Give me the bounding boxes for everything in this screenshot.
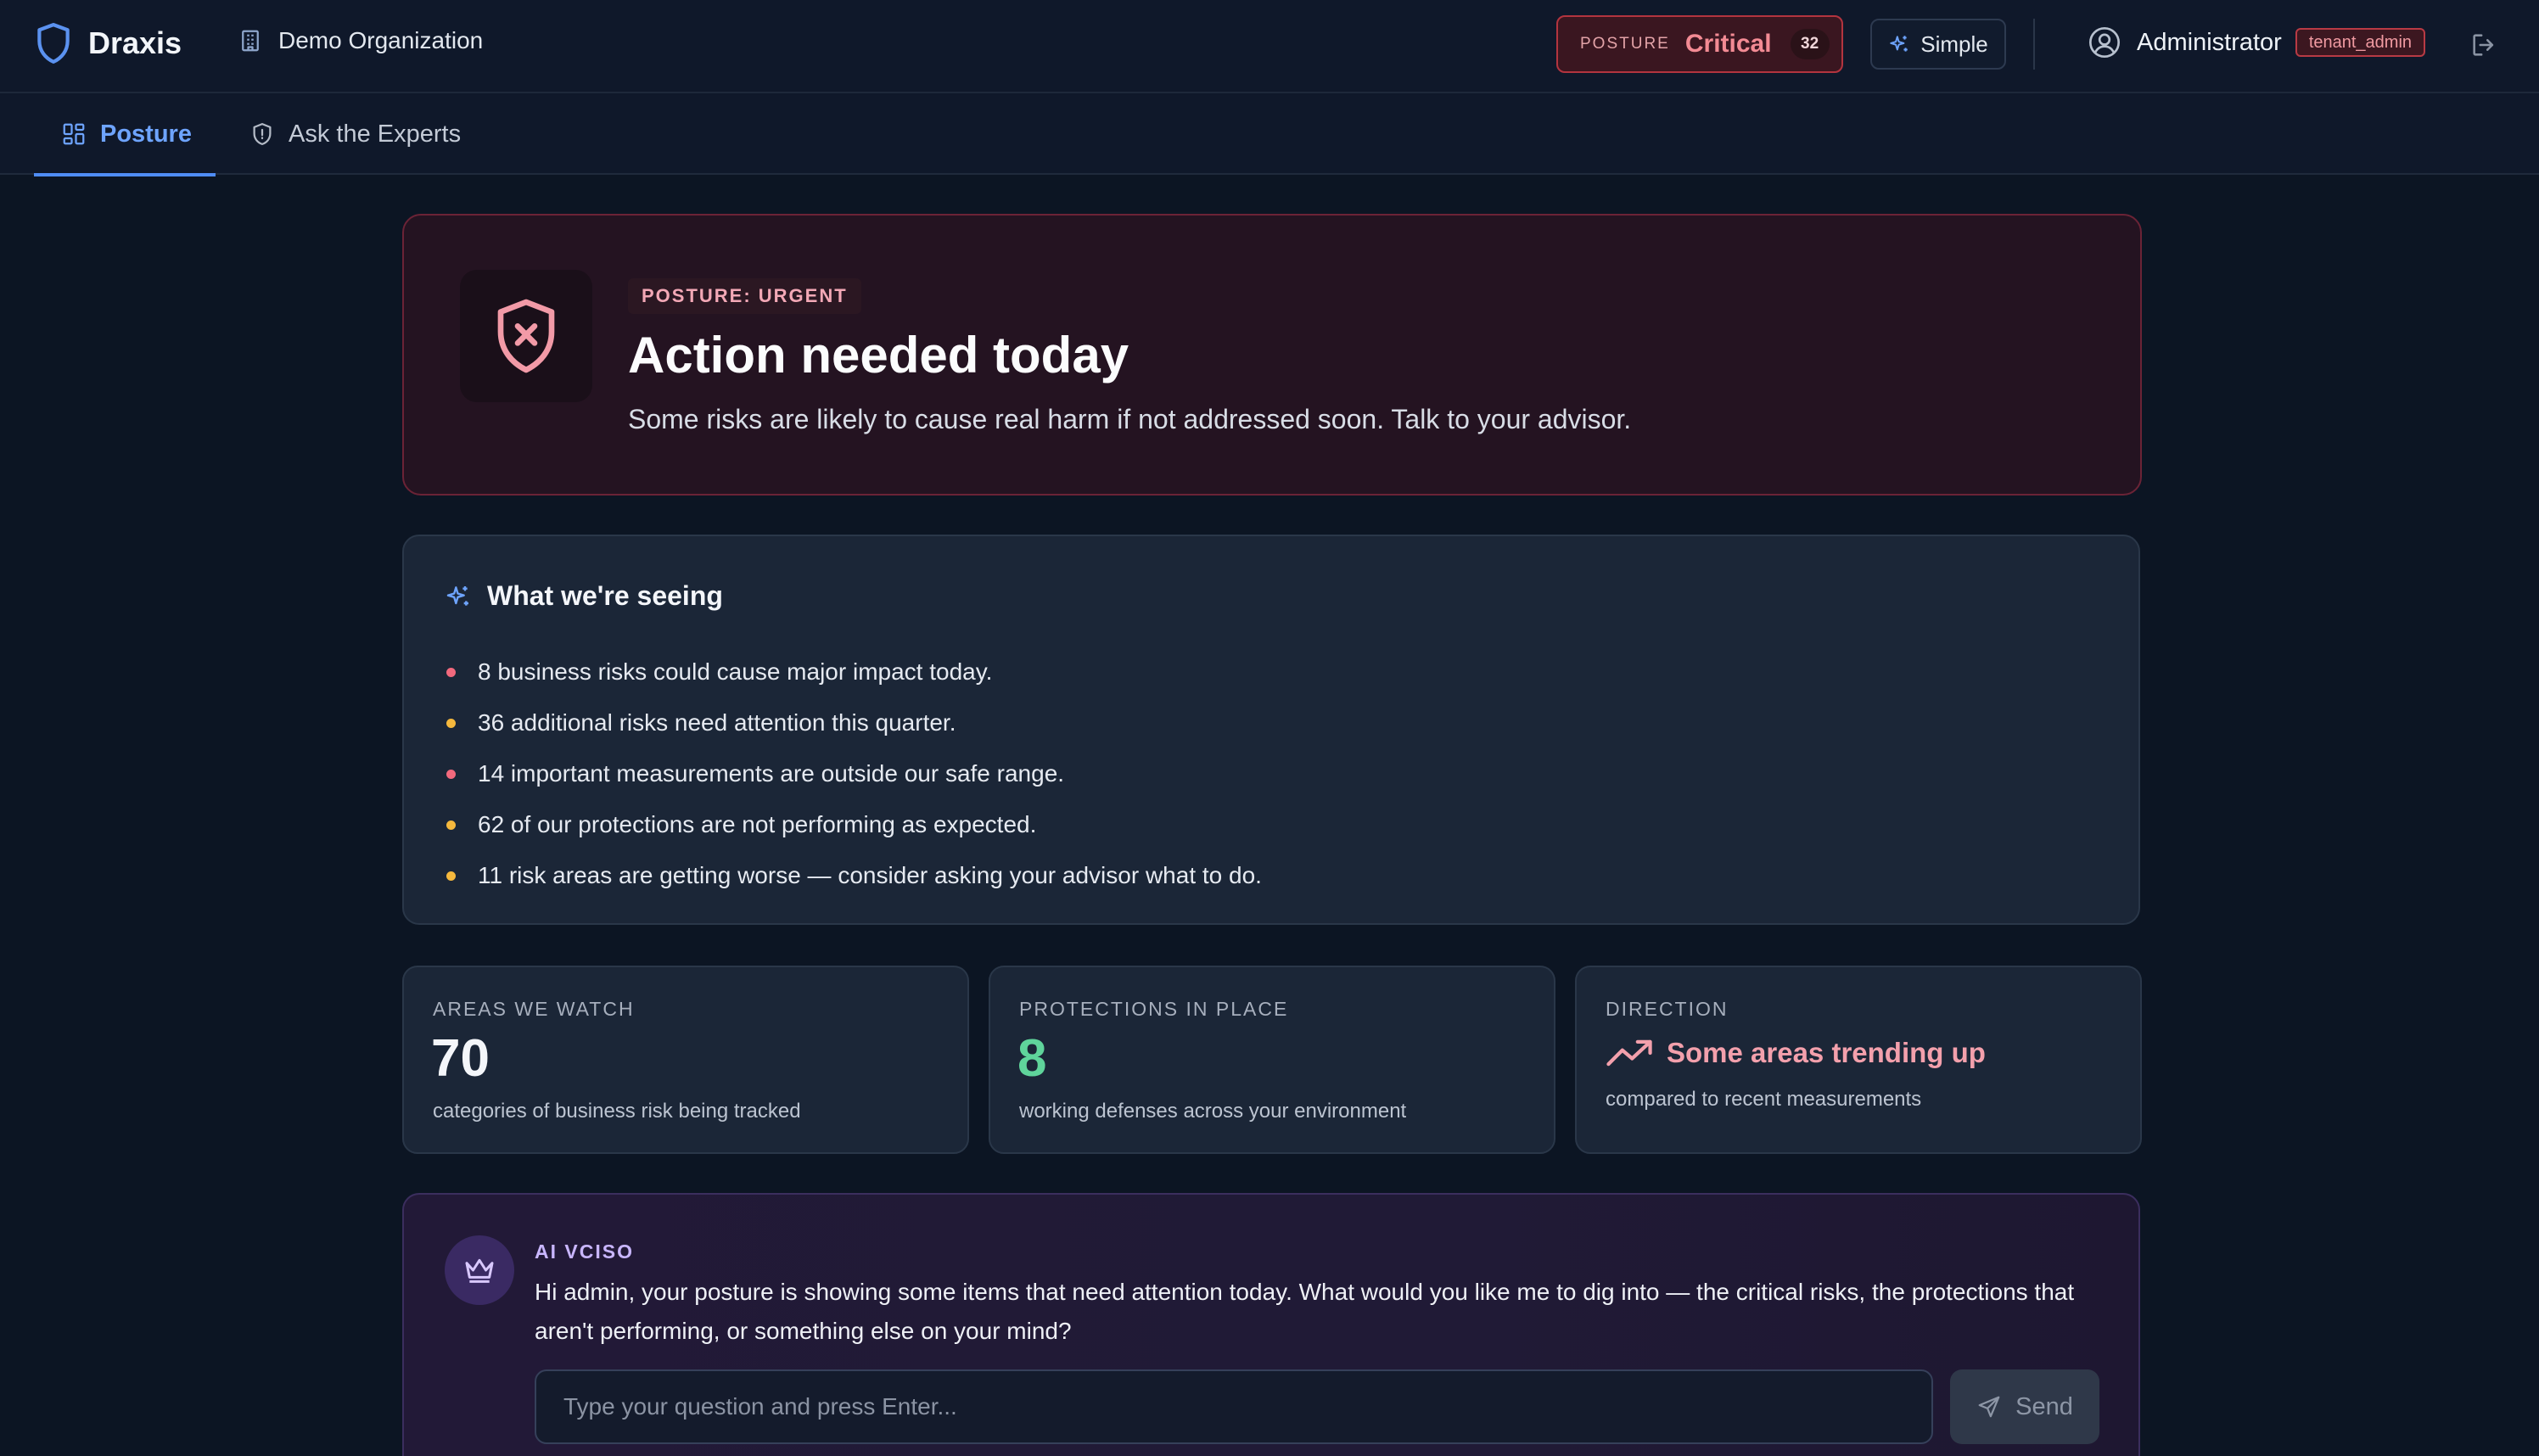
direction-trend: Some areas trending up — [1606, 1037, 1986, 1069]
stat-value: 70 — [431, 1029, 490, 1088]
direction-value: Some areas trending up — [1667, 1037, 1986, 1068]
user-menu[interactable]: Administrator tenant_admin — [2088, 25, 2426, 59]
hero-subtitle: Some risks are likely to cause real harm… — [628, 404, 1632, 434]
ai-avatar — [445, 1235, 514, 1305]
user-circle-icon — [2089, 27, 2120, 58]
user-name: Administrator — [2137, 28, 2282, 56]
posture-alert-banner: POSTURE: URGENT Action needed today Some… — [402, 214, 2142, 496]
tab-bar: Posture Ask the Experts — [0, 93, 2539, 176]
stat-label: DIRECTION — [1606, 998, 1729, 1020]
stat-caption: compared to recent measurements — [1606, 1088, 1922, 1111]
tab-ask-the-experts-label: Ask the Experts — [289, 120, 462, 148]
severity-dot-icon — [446, 667, 456, 677]
severity-dot-icon — [446, 820, 456, 830]
stat-card-protections: PROTECTIONS IN PLACE 8 working defenses … — [989, 966, 1555, 1154]
sparkles-icon — [446, 585, 468, 606]
header-divider — [2033, 19, 2035, 70]
insight-text: 11 risk areas are getting worse — consid… — [478, 862, 1262, 888]
insight-item: 11 risk areas are getting worse — consid… — [446, 850, 1262, 901]
insight-item: 62 of our protections are not performing… — [446, 799, 1262, 850]
stat-caption: categories of business risk being tracke… — [433, 1100, 801, 1123]
role-badge: tenant_admin — [2295, 28, 2426, 57]
insight-text: 62 of our protections are not performing… — [478, 811, 1037, 837]
send-icon — [1978, 1396, 2000, 1418]
simple-mode-button[interactable]: Simple — [1870, 19, 2006, 70]
severity-dot-icon — [446, 871, 456, 881]
hero-icon-tile — [460, 270, 592, 402]
shield-x-icon — [497, 299, 555, 373]
ai-question-input[interactable] — [535, 1369, 1933, 1444]
brand[interactable]: Draxis — [36, 22, 182, 64]
top-bar: Draxis Demo Organization POSTURE Critica… — [0, 0, 2539, 93]
tab-posture-label: Posture — [100, 120, 192, 148]
stat-label: AREAS WE WATCH — [433, 998, 635, 1020]
send-button[interactable]: Send — [1950, 1369, 2099, 1444]
stat-label: PROTECTIONS IN PLACE — [1019, 998, 1289, 1020]
posture-value: Critical — [1684, 30, 1772, 58]
stat-value: 8 — [1017, 1029, 1047, 1088]
insight-text: 14 important measurements are outside ou… — [478, 760, 1065, 787]
organization-switcher[interactable]: Demo Organization — [238, 27, 483, 54]
shield-logo-icon — [37, 23, 70, 64]
tab-posture[interactable]: Posture — [34, 93, 216, 176]
stat-card-direction: DIRECTION Some areas trending up compare… — [1575, 966, 2142, 1154]
crown-icon — [465, 1258, 494, 1283]
insight-item: 8 business risks could cause major impac… — [446, 647, 1262, 697]
stat-card-areas-watched: AREAS WE WATCH 70 categories of business… — [402, 966, 969, 1154]
severity-dot-icon — [446, 769, 456, 779]
ai-message: Hi admin, your posture is showing some i… — [535, 1279, 2075, 1344]
ai-label: AI VCISO — [535, 1240, 634, 1263]
insight-item: 14 important measurements are outside ou… — [446, 748, 1262, 799]
posture-urgency-badge: POSTURE: URGENT — [628, 278, 861, 314]
insights-panel: What we're seeing 8 business risks could… — [402, 535, 2140, 925]
building-icon — [242, 30, 259, 52]
sparkles-icon — [1890, 36, 1908, 52]
trending-up-icon — [1606, 1039, 1652, 1067]
send-button-label: Send — [2015, 1392, 2073, 1420]
insights-title: What we're seeing — [487, 580, 723, 611]
posture-count-badge: 32 — [1790, 29, 1830, 59]
brand-name: Draxis — [88, 25, 182, 60]
insight-text: 36 additional risks need attention this … — [478, 709, 956, 736]
simple-mode-label: Simple — [1920, 31, 1988, 57]
organization-name: Demo Organization — [278, 27, 484, 53]
dashboard-icon — [63, 123, 85, 145]
insights-list: 8 business risks could cause major impac… — [446, 647, 1262, 901]
posture-label: POSTURE — [1580, 35, 1670, 53]
severity-dot-icon — [446, 718, 456, 728]
posture-status-pill[interactable]: POSTURE Critical 32 — [1556, 15, 1843, 73]
tab-ask-the-experts[interactable]: Ask the Experts — [249, 93, 461, 175]
stat-caption: working defenses across your environment — [1019, 1100, 1407, 1123]
shield-icon — [253, 123, 272, 145]
insight-item: 36 additional risks need attention this … — [446, 697, 1262, 748]
insights-header: What we're seeing — [445, 580, 723, 612]
insight-text: 8 business risks could cause major impac… — [478, 658, 993, 685]
hero-title: Action needed today — [628, 327, 1129, 384]
ai-vciso-panel: AI VCISO Hi admin, your posture is showi… — [402, 1193, 2140, 1456]
logout-icon[interactable] — [2469, 31, 2498, 59]
